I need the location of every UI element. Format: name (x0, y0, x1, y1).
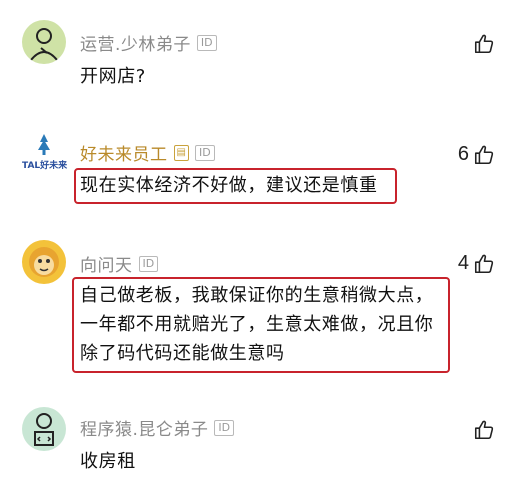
username[interactable]: 好未来员工 (80, 140, 168, 165)
staff-badge-icon: ▤ (173, 144, 189, 161)
thumbs-up-icon (474, 34, 494, 54)
id-badge: ID (214, 419, 235, 436)
monkey-avatar-icon (29, 247, 59, 277)
id-badge: ID (194, 144, 215, 161)
username[interactable]: 程序猿.昆仑弟子 (80, 415, 208, 440)
username[interactable]: 运营.少林弟子 (80, 30, 191, 55)
comment-text: 开网店? (80, 66, 146, 87)
like-count: 6 (457, 143, 469, 165)
username[interactable]: 向问天 (80, 251, 133, 276)
thumbs-up-icon (474, 254, 494, 273)
avatar[interactable]: TAL好未来 (20, 130, 68, 174)
user-avatar-icon (30, 28, 58, 61)
comment-text: 收房租 (80, 451, 136, 472)
like-button[interactable] (473, 33, 495, 55)
logo-text: TAL好未来 (22, 159, 68, 171)
avatar[interactable] (22, 20, 66, 64)
comment-item: 向问天 ID 自己做老板，我敢保证你的生意稍微大点， 一年都不用就赔光了，生意太… (0, 225, 523, 395)
id-badge: ID (196, 34, 217, 51)
avatar[interactable] (22, 240, 66, 284)
id-badge: ID (138, 255, 159, 272)
thumbs-up-icon (474, 420, 494, 440)
comment-item: 程序猿.昆仑弟子 ID 收房租 (0, 395, 523, 481)
like-button[interactable] (473, 419, 495, 441)
comment-item: TAL好未来 好未来员工 ▤ ID 现在实体经济不好做，建议还是慎重 6 (0, 110, 523, 220)
thumbs-up-icon (474, 145, 494, 164)
highlight-box (74, 168, 397, 204)
like-button[interactable]: 4 (458, 252, 495, 275)
coder-avatar-icon (34, 413, 54, 446)
tal-logo-icon: TAL好未来 (22, 134, 68, 171)
like-button[interactable]: 6 (458, 143, 495, 166)
avatar[interactable] (22, 407, 66, 451)
highlight-box (72, 277, 450, 373)
like-count: 4 (457, 252, 469, 274)
comment-item: 运营.少林弟子 ID 开网店? (0, 0, 523, 110)
